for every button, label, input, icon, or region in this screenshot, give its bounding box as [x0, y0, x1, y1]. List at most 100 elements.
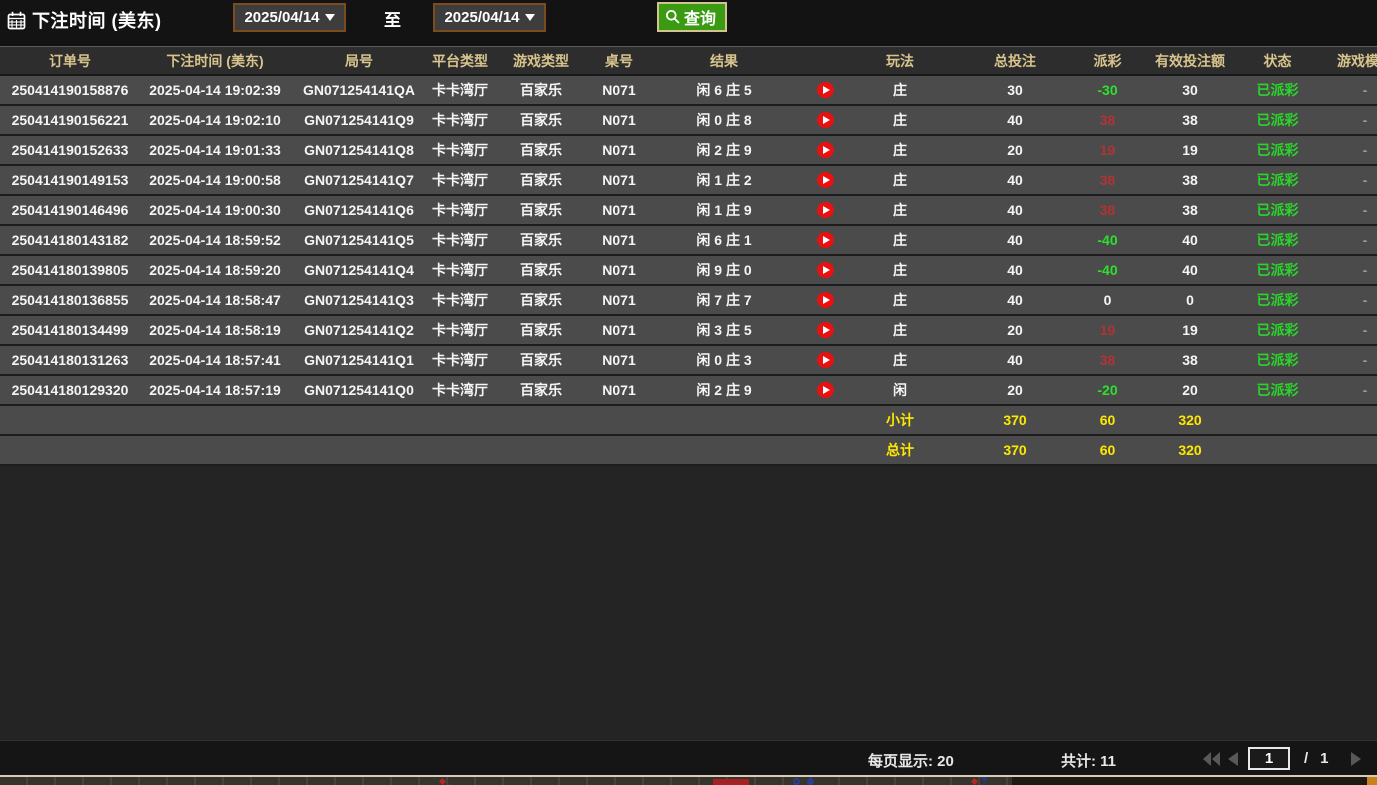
cell-bet-time: 2025-04-14 18:59:52: [140, 226, 290, 254]
date-from-picker[interactable]: 2025/04/14: [233, 3, 346, 32]
subtotal-label: 小计: [850, 406, 950, 434]
page-separator: /: [1304, 750, 1308, 767]
cell-play: 庄: [850, 256, 950, 284]
cell-bet-time: 2025-04-14 18:57:41: [140, 346, 290, 374]
cell-game-mode: -: [1310, 256, 1377, 284]
cell-status: 已派彩: [1245, 256, 1310, 284]
table-header-row: 订单号 下注时间 (美东) 局号 平台类型 游戏类型 桌号 结果 玩法 总投注 …: [0, 46, 1377, 76]
cell-payout: 19: [1080, 316, 1135, 344]
cell-status: 已派彩: [1245, 106, 1310, 134]
col-header-replay: [800, 47, 850, 74]
table-row: 250414180131263 2025-04-14 18:57:41 GN07…: [0, 346, 1377, 376]
page-title: 下注时间 (美东): [32, 7, 162, 33]
table-row: 250414180129320 2025-04-14 18:57:19 GN07…: [0, 376, 1377, 406]
table-row: 250414190152633 2025-04-14 19:01:33 GN07…: [0, 136, 1377, 166]
cell-valid-bet: 20: [1135, 376, 1245, 404]
first-page-icon[interactable]: [1203, 752, 1220, 766]
query-button[interactable]: 查询: [657, 2, 727, 32]
bet-time-title-group: 下注时间 (美东): [7, 7, 162, 33]
cell-platform: 卡卡湾厅: [428, 196, 492, 224]
cell-game-type: 百家乐: [492, 376, 590, 404]
to-label: 至: [384, 6, 401, 31]
cell-table-no: N071: [590, 136, 648, 164]
cell-total-bet: 40: [950, 226, 1080, 254]
table-row: 250414180143182 2025-04-14 18:59:52 GN07…: [0, 226, 1377, 256]
cell-payout: -40: [1080, 256, 1135, 284]
col-header-round-id: 局号: [290, 47, 428, 74]
cell-game-mode: -: [1310, 286, 1377, 314]
replay-icon[interactable]: [817, 382, 834, 398]
next-page-icon[interactable]: [1351, 752, 1361, 766]
cell-valid-bet: 38: [1135, 346, 1245, 374]
cell-total-bet: 40: [950, 196, 1080, 224]
cell-play: 庄: [850, 166, 950, 194]
bet-records-table: 订单号 下注时间 (美东) 局号 平台类型 游戏类型 桌号 结果 玩法 总投注 …: [0, 46, 1377, 466]
cell-status: 已派彩: [1245, 376, 1310, 404]
page-size-label: 每页显示: 20: [868, 750, 954, 771]
cell-total-bet: 40: [950, 256, 1080, 284]
cell-order-id: 250414190158876: [0, 76, 140, 104]
cell-valid-bet: 38: [1135, 106, 1245, 134]
cell-game-mode: -: [1310, 76, 1377, 104]
search-icon: [665, 9, 681, 25]
cell-game-mode: -: [1310, 226, 1377, 254]
grand-total-row: 总计 370 60 320: [0, 436, 1377, 466]
cell-game-type: 百家乐: [492, 226, 590, 254]
cell-status: 已派彩: [1245, 226, 1310, 254]
cell-bet-time: 2025-04-14 18:59:20: [140, 256, 290, 284]
table-body: 250414190158876 2025-04-14 19:02:39 GN07…: [0, 76, 1377, 406]
cell-round-id: GN071254141QA: [290, 76, 428, 104]
cell-game-mode: -: [1310, 346, 1377, 374]
cell-order-id: 250414180139805: [0, 256, 140, 284]
cell-play: 庄: [850, 196, 950, 224]
replay-icon[interactable]: [817, 322, 834, 338]
prev-page-icon[interactable]: [1228, 752, 1238, 766]
cell-platform: 卡卡湾厅: [428, 166, 492, 194]
cell-status: 已派彩: [1245, 196, 1310, 224]
cell-bet-time: 2025-04-14 19:02:10: [140, 106, 290, 134]
chevron-down-icon: [325, 14, 335, 21]
replay-icon[interactable]: [817, 142, 834, 158]
cell-table-no: N071: [590, 286, 648, 314]
replay-icon[interactable]: [817, 202, 834, 218]
replay-icon[interactable]: [817, 292, 834, 308]
replay-icon[interactable]: [817, 232, 834, 248]
cell-payout: -40: [1080, 226, 1135, 254]
cell-play: 庄: [850, 226, 950, 254]
roadmap-grid-sliver: [0, 777, 1012, 785]
col-header-play: 玩法: [850, 47, 950, 74]
cell-table-no: N071: [590, 196, 648, 224]
table-row: 250414180139805 2025-04-14 18:59:20 GN07…: [0, 256, 1377, 286]
cell-round-id: GN071254141Q7: [290, 166, 428, 194]
cell-payout: 0: [1080, 286, 1135, 314]
replay-icon[interactable]: [817, 262, 834, 278]
cell-total-bet: 40: [950, 106, 1080, 134]
date-to-picker[interactable]: 2025/04/14: [433, 3, 546, 32]
cell-platform: 卡卡湾厅: [428, 106, 492, 134]
cell-total-bet: 40: [950, 346, 1080, 374]
cell-valid-bet: 38: [1135, 166, 1245, 194]
replay-icon[interactable]: [817, 112, 834, 128]
calendar-icon: [7, 11, 26, 30]
clipped-blue-icons: [793, 778, 800, 785]
cell-bet-time: 2025-04-14 18:57:19: [140, 376, 290, 404]
chevron-down-icon: [525, 14, 535, 21]
cell-bet-time: 2025-04-14 18:58:19: [140, 316, 290, 344]
page-input[interactable]: 1: [1248, 747, 1290, 770]
cell-game-type: 百家乐: [492, 196, 590, 224]
empty-table-area: [0, 466, 1377, 740]
subtotal-valid-bet: 320: [1135, 406, 1245, 434]
pagination-bar: 每页显示: 20 共计: 11 1 / 1: [0, 740, 1377, 775]
cell-status: 已派彩: [1245, 136, 1310, 164]
cell-platform: 卡卡湾厅: [428, 316, 492, 344]
cell-platform: 卡卡湾厅: [428, 256, 492, 284]
cell-total-bet: 30: [950, 76, 1080, 104]
replay-icon[interactable]: [817, 82, 834, 98]
replay-icon[interactable]: [817, 172, 834, 188]
cell-game-type: 百家乐: [492, 106, 590, 134]
cell-order-id: 250414180129320: [0, 376, 140, 404]
replay-icon[interactable]: [817, 352, 834, 368]
clipped-red-text: [713, 779, 749, 785]
cell-result: 闲 0 庄 8: [648, 106, 800, 134]
col-header-platform: 平台类型: [428, 47, 492, 74]
